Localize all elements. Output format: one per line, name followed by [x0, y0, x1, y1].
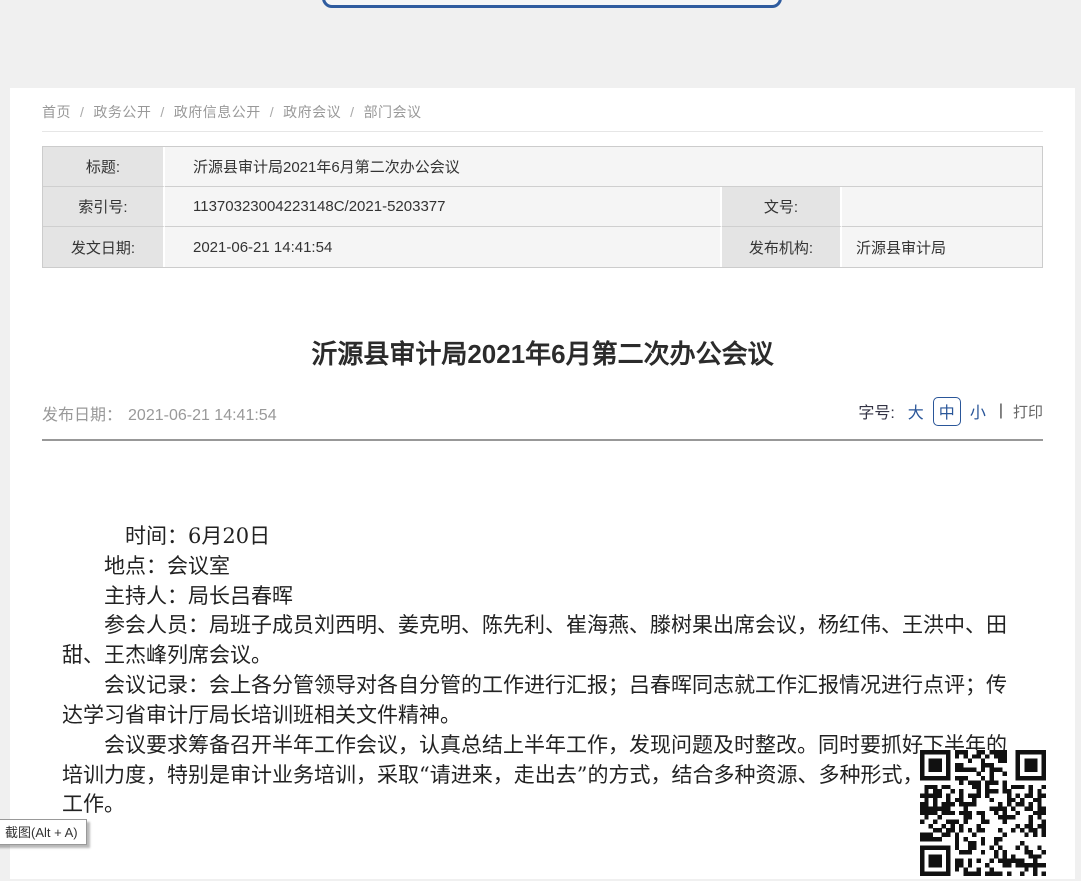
issuing-org-label: 发布机构:	[722, 227, 842, 267]
qr-code-icon	[920, 750, 1046, 876]
page: 首页 / 政务公开 / 政府信息公开 / 政府会议 / 部门会议 标题: 沂源县审计局2021年…	[0, 0, 1081, 879]
font-size-label: 字号:	[858, 399, 894, 423]
paragraph-attendees: 参会人员：局班子成员刘西明、姜克明、陈先利、崔海燕、滕树果出席会议，杨红伟、王洪…	[62, 611, 1024, 671]
publish-date-value: 2021-06-21 14:41:54	[128, 407, 277, 424]
table-row: 标题: 沂源县审计局2021年6月第二次办公会议	[43, 147, 1042, 187]
breadcrumb-zfhy[interactable]: 政府会议	[283, 104, 341, 120]
paragraph-requirements: 会议要求筹备召开半年工作会议，认真总结上半年工作，发现问题及时整改。同时要抓好下…	[62, 731, 1024, 820]
doc-number-label: 文号:	[722, 187, 842, 227]
breadcrumb-bmhy[interactable]: 部门会议	[364, 104, 422, 120]
breadcrumb-separator: /	[270, 104, 274, 120]
paragraph-place: 地点：会议室	[62, 552, 1024, 582]
issue-date-value: 2021-06-21 14:41:54	[165, 227, 722, 267]
breadcrumb-separator: /	[160, 104, 164, 120]
breadcrumb-home[interactable]: 首页	[42, 104, 71, 120]
print-button[interactable]: 打印	[1013, 401, 1043, 422]
page-title: 沂源县审计局2021年6月第二次办公会议	[10, 334, 1075, 371]
article-body: 时间：6月20日 地点：会议室 主持人：局长吕春晖 参会人员：局班子成员刘西明、…	[62, 522, 1024, 820]
content-card: 首页 / 政务公开 / 政府信息公开 / 政府会议 / 部门会议 标题: 沂源县审计局2021年…	[10, 88, 1075, 879]
font-size-large-button[interactable]: 大	[908, 399, 924, 423]
breadcrumb-zfxxgk[interactable]: 政府信息公开	[174, 104, 261, 120]
breadcrumb-zwgk[interactable]: 政务公开	[93, 104, 151, 120]
breadcrumb-separator: /	[80, 104, 84, 120]
screenshot-tooltip: 截图(Alt + A)	[0, 819, 87, 845]
paragraph-host: 主持人：局长吕春晖	[62, 582, 1024, 612]
doc-number-value	[842, 187, 1042, 227]
document-info-table: 标题: 沂源县审计局2021年6月第二次办公会议 索引号: 1137032300…	[42, 146, 1043, 268]
breadcrumb-separator: /	[350, 104, 354, 120]
issue-date-label: 发文日期:	[43, 227, 165, 267]
font-size-medium-button[interactable]: 中	[933, 397, 961, 426]
search-input[interactable]	[322, 0, 782, 8]
font-size-tools: 字号: 大 中 小 | 打印	[858, 398, 1043, 424]
paragraph-minutes: 会议记录：会上各分管领导对各自分管的工作进行汇报；吕春晖同志就工作汇报情况进行点…	[62, 671, 1024, 731]
publish-date-label: 发布日期：	[42, 407, 122, 424]
paragraph-time: 时间：6月20日	[62, 522, 1024, 552]
table-row: 索引号: 11370323004223148C/2021-5203377 文号:	[43, 187, 1042, 227]
publish-date: 发布日期： 2021-06-21 14:41:54	[42, 401, 277, 425]
table-row: 发文日期: 2021-06-21 14:41:54 发布机构: 沂源县审计局	[43, 227, 1042, 267]
breadcrumb: 首页 / 政务公开 / 政府信息公开 / 政府会议 / 部门会议	[42, 102, 422, 122]
article-meta-row: 发布日期： 2021-06-21 14:41:54 字号: 大 中 小 | 打印	[42, 398, 1043, 424]
font-size-small-button[interactable]: 小	[970, 399, 986, 423]
breadcrumb-divider	[42, 131, 1043, 132]
issuing-org-value: 沂源县审计局	[842, 227, 1042, 267]
index-number-label: 索引号:	[43, 187, 165, 227]
title-label: 标题:	[43, 147, 165, 187]
index-number-value: 11370323004223148C/2021-5203377	[165, 187, 722, 227]
title-value: 沂源县审计局2021年6月第二次办公会议	[165, 147, 1042, 187]
toolbar-separator: |	[999, 402, 1003, 420]
title-divider	[42, 439, 1043, 441]
